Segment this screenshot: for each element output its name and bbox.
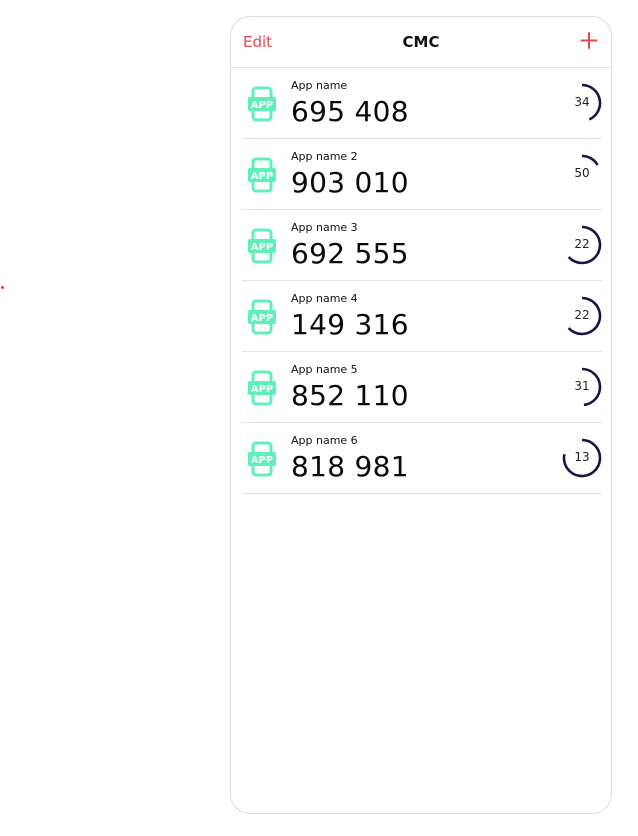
account-row[interactable]: APP App name 5 852 110 31 <box>242 352 602 423</box>
timer-progress-arc <box>581 154 599 166</box>
countdown-timer: 22 <box>562 225 602 265</box>
countdown-timer: 31 <box>562 367 602 407</box>
app-icon-label: APP <box>251 313 273 324</box>
account-name: App name <box>291 79 348 92</box>
stray-dot <box>1 286 4 289</box>
app-phone-icon: APP <box>247 157 277 193</box>
app-icon-label: APP <box>251 100 273 111</box>
one-time-code[interactable]: 149 316 <box>291 308 409 341</box>
account-row[interactable]: APP App name 2 903 010 50 <box>242 139 602 210</box>
app-window: Edit CMC APP App name 695 408 34 APP App name… <box>230 16 612 814</box>
account-name: App name 4 <box>291 292 358 305</box>
app-icon-label: APP <box>251 171 273 182</box>
one-time-code[interactable]: 692 555 <box>291 237 409 270</box>
seconds-remaining: 13 <box>574 450 590 464</box>
account-list: APP App name 695 408 34 APP App name 2 903 010… <box>242 68 602 494</box>
one-time-code[interactable]: 695 408 <box>291 95 409 128</box>
one-time-code[interactable]: 852 110 <box>291 379 409 412</box>
account-name: App name 2 <box>291 150 358 163</box>
app-icon-label: APP <box>251 455 273 466</box>
navigation-bar: Edit CMC <box>231 17 611 68</box>
account-row[interactable]: APP App name 3 692 555 22 <box>242 210 602 281</box>
account-name: App name 5 <box>291 363 358 376</box>
seconds-remaining: 22 <box>574 308 590 322</box>
account-row[interactable]: APP App name 6 818 981 13 <box>242 423 602 494</box>
seconds-remaining: 22 <box>574 237 590 251</box>
app-icon-label: APP <box>251 384 273 395</box>
plus-icon <box>580 32 598 49</box>
app-phone-icon: APP <box>247 299 277 335</box>
account-name: App name 6 <box>291 434 358 447</box>
account-row[interactable]: APP App name 4 149 316 22 <box>242 281 602 352</box>
seconds-remaining: 31 <box>574 379 590 393</box>
seconds-remaining: 50 <box>574 166 590 180</box>
app-phone-icon: APP <box>247 441 277 477</box>
one-time-code[interactable]: 818 981 <box>291 450 409 483</box>
countdown-timer: 13 <box>562 438 602 478</box>
app-icon-label: APP <box>251 242 273 253</box>
countdown-timer: 22 <box>562 296 602 336</box>
one-time-code[interactable]: 903 010 <box>291 166 409 199</box>
countdown-timer: 50 <box>562 154 602 194</box>
countdown-timer: 34 <box>562 83 602 123</box>
app-phone-icon: APP <box>247 228 277 264</box>
account-row[interactable]: APP App name 695 408 34 <box>242 68 602 139</box>
page-title: CMC <box>402 33 440 51</box>
account-name: App name 3 <box>291 221 358 234</box>
seconds-remaining: 34 <box>574 95 590 109</box>
app-phone-icon: APP <box>247 86 277 122</box>
add-button[interactable] <box>579 27 599 53</box>
app-phone-icon: APP <box>247 370 277 406</box>
